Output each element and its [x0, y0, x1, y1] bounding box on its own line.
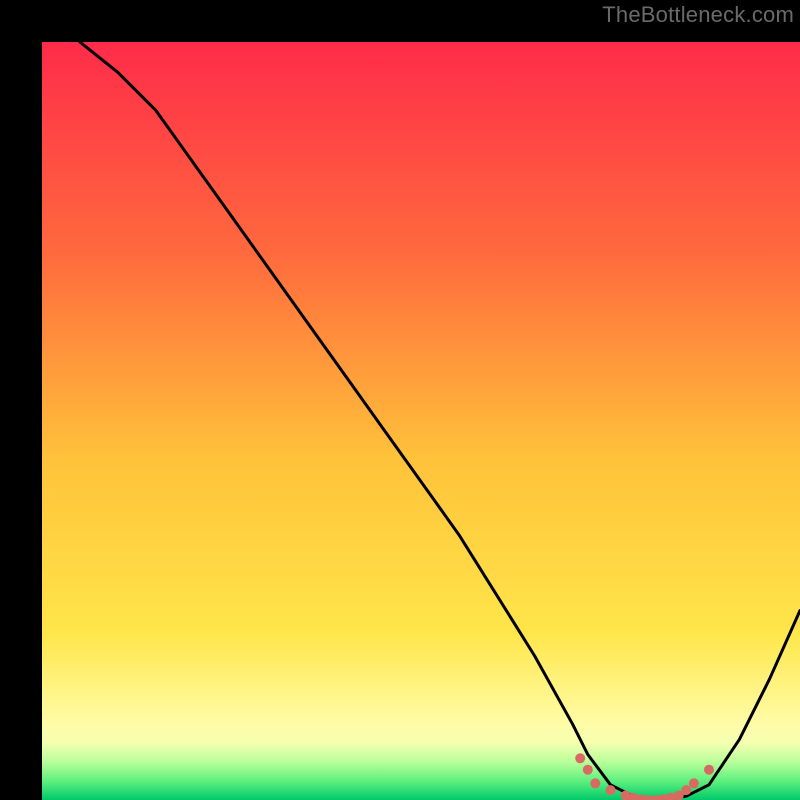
marker-dot [704, 765, 714, 775]
marker-dot [606, 785, 616, 795]
marker-dot [590, 778, 600, 788]
marker-dot [575, 753, 585, 763]
plot-frame [21, 21, 779, 779]
bottleneck-chart [42, 42, 800, 800]
marker-dot [583, 765, 593, 775]
marker-dot [681, 785, 691, 795]
watermark-text: TheBottleneck.com [602, 2, 794, 28]
marker-dot [689, 778, 699, 788]
gradient-background [42, 42, 800, 800]
